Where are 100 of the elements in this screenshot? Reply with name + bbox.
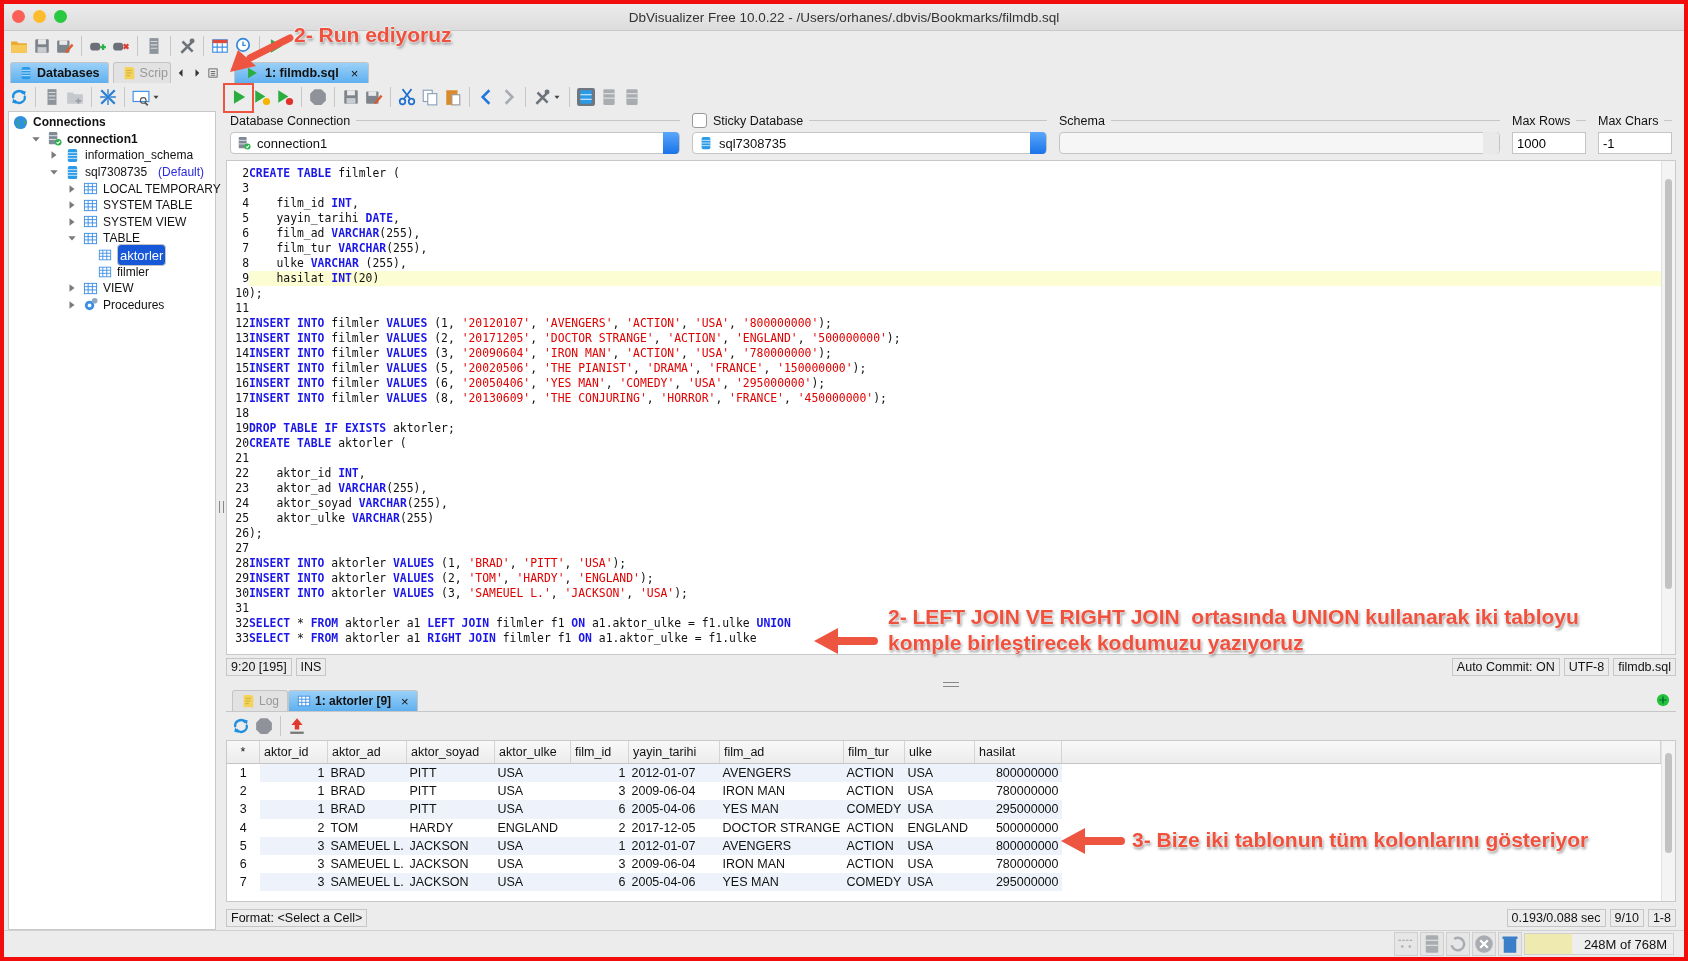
expand-toggle[interactable] <box>67 216 77 227</box>
column-header[interactable]: film_ad <box>719 741 844 764</box>
table-cell: 780000000 <box>974 782 1062 801</box>
row-number: 7 <box>227 873 260 892</box>
run-record-icon[interactable] <box>276 88 294 106</box>
expand-toggle[interactable] <box>49 150 59 161</box>
column-header[interactable]: yayin_tarihi <box>628 741 720 764</box>
table-cell: USA <box>904 873 975 892</box>
tree-item[interactable]: Procedures <box>103 297 165 312</box>
add-icon[interactable] <box>1656 693 1670 707</box>
stop-icon[interactable] <box>255 717 273 735</box>
table-cell: YES MAN <box>719 873 844 892</box>
expand-toggle[interactable] <box>67 299 77 310</box>
code-line: SELECT * FROM aktorler a1 LEFT JOIN filmler f1 ON a1.aktor_ulke = f1.ulke UNION <box>249 616 791 631</box>
close-button[interactable] <box>12 10 25 23</box>
code-line: hasilat INT(20) <box>275 271 380 286</box>
run-current-icon[interactable] <box>253 88 271 106</box>
cut-icon[interactable] <box>398 88 416 106</box>
code-line: INSERT INTO aktorler VALUES (3, 'SAMEUEL L.', 'JACKSON', 'USA'); <box>249 586 688 601</box>
stop-icon[interactable] <box>309 88 327 106</box>
code-line: aktor_ad VARCHAR(255), <box>275 481 428 496</box>
refresh-icon[interactable] <box>10 88 28 106</box>
expand-toggle[interactable] <box>67 283 77 294</box>
row-number: 4 <box>227 818 260 837</box>
zoom-button[interactable] <box>54 10 67 23</box>
tree-item[interactable]: Connections <box>33 115 106 130</box>
table-cell: 1 <box>570 836 629 855</box>
column-header[interactable]: film_id <box>570 741 629 764</box>
column-header[interactable]: hasilat <box>974 741 1062 764</box>
tree-item[interactable]: sql7308735 <box>85 165 148 180</box>
refresh-icon[interactable] <box>1446 932 1470 956</box>
table-cell: 3 <box>570 782 629 801</box>
tree-item[interactable]: SYSTEM VIEW <box>103 214 187 229</box>
tree-item[interactable]: SYSTEM TABLE <box>103 198 193 213</box>
checkbox[interactable] <box>692 113 707 128</box>
field-label: Schema <box>1059 113 1105 128</box>
save-icon[interactable] <box>342 88 360 106</box>
column-header[interactable]: aktor_ulke <box>494 741 571 764</box>
tree-item[interactable]: filmler <box>117 264 149 279</box>
table-cell: 3 <box>259 836 328 855</box>
code-line: yayin_tarihi DATE, <box>275 211 400 226</box>
database-select[interactable]: sql7308735 <box>692 132 1047 154</box>
sidebar-tab[interactable]: Databases <box>10 62 109 83</box>
column-header[interactable]: * <box>227 741 260 764</box>
column-header[interactable]: aktor_id <box>259 741 328 764</box>
expand-toggle[interactable] <box>67 200 77 211</box>
server-icon[interactable] <box>1420 932 1444 956</box>
database-icon[interactable] <box>577 88 595 106</box>
column-header[interactable]: film_tur <box>843 741 905 764</box>
tree-item[interactable]: LOCAL TEMPORARY <box>103 181 221 196</box>
tools-icon[interactable] <box>178 37 196 55</box>
table-cell: ACTION <box>843 782 905 801</box>
scrollbar[interactable] <box>1661 161 1675 654</box>
table-cell: SAMEUEL L. <box>327 873 407 892</box>
tree-item[interactable]: information_schema <box>85 148 194 163</box>
export-icon[interactable] <box>288 717 306 735</box>
filter-icon[interactable] <box>132 88 150 106</box>
code-editor[interactable] <box>226 160 1676 655</box>
max-chars-field[interactable]: -1 <box>1598 132 1672 154</box>
cancel-icon[interactable] <box>1472 932 1496 956</box>
column-header[interactable]: aktor_ad <box>327 741 407 764</box>
result-tab[interactable]: 1: aktorler [9] × <box>288 690 418 711</box>
table-cell: ENGLAND <box>904 818 975 837</box>
column-header[interactable]: aktor_soyad <box>406 741 495 764</box>
calendar-icon[interactable] <box>211 37 229 55</box>
save-icon[interactable] <box>33 37 51 55</box>
database-icon <box>47 131 62 147</box>
database-icon[interactable] <box>600 88 618 106</box>
scrollbar[interactable] <box>1661 741 1675 901</box>
code-line: DROP TABLE IF EXISTS aktorler; <box>249 421 455 436</box>
collapse-icon[interactable] <box>99 88 117 106</box>
max-rows-field[interactable]: 1000 <box>1512 132 1586 154</box>
refresh-icon[interactable] <box>232 717 250 735</box>
tools-icon[interactable] <box>533 88 551 106</box>
tree-item[interactable]: connection1 <box>67 131 138 146</box>
list-icon[interactable] <box>207 66 220 79</box>
code-line: INSERT INTO filmler VALUES (1, '20120107', 'AVENGERS', 'ACTION', 'USA', '800000000'); <box>249 316 832 331</box>
connection-select[interactable]: connection1 <box>230 132 680 154</box>
database-icon[interactable] <box>623 88 641 106</box>
row-number: 1 <box>227 763 260 783</box>
table-cell: 2009-06-04 <box>628 782 720 801</box>
table-cell: USA <box>904 800 975 819</box>
save-as-icon[interactable] <box>365 88 383 106</box>
expand-toggle[interactable] <box>67 183 77 194</box>
save-as-icon[interactable] <box>56 37 74 55</box>
column-header[interactable]: ulke <box>904 741 975 764</box>
format-status: Format: <Select a Cell> <box>226 909 368 927</box>
table-cell: 800000000 <box>974 836 1062 855</box>
copy-icon[interactable] <box>421 88 439 106</box>
table-cell: 1 <box>259 782 328 801</box>
tree-item[interactable]: aktorler <box>117 244 167 267</box>
auto-commit-status: Auto Commit: ON <box>1451 658 1560 676</box>
editor-tab[interactable]: 1: filmdb.sql × <box>234 62 370 83</box>
paste-icon[interactable] <box>444 88 462 106</box>
tree-item[interactable]: VIEW <box>103 281 134 296</box>
tree-item[interactable]: TABLE <box>103 231 141 246</box>
table-cell: SAMEUEL L. <box>327 836 407 855</box>
code-line: aktor_ulke VARCHAR(255) <box>275 511 435 526</box>
trash-icon[interactable] <box>1498 932 1522 956</box>
clock-icon[interactable] <box>234 37 252 55</box>
